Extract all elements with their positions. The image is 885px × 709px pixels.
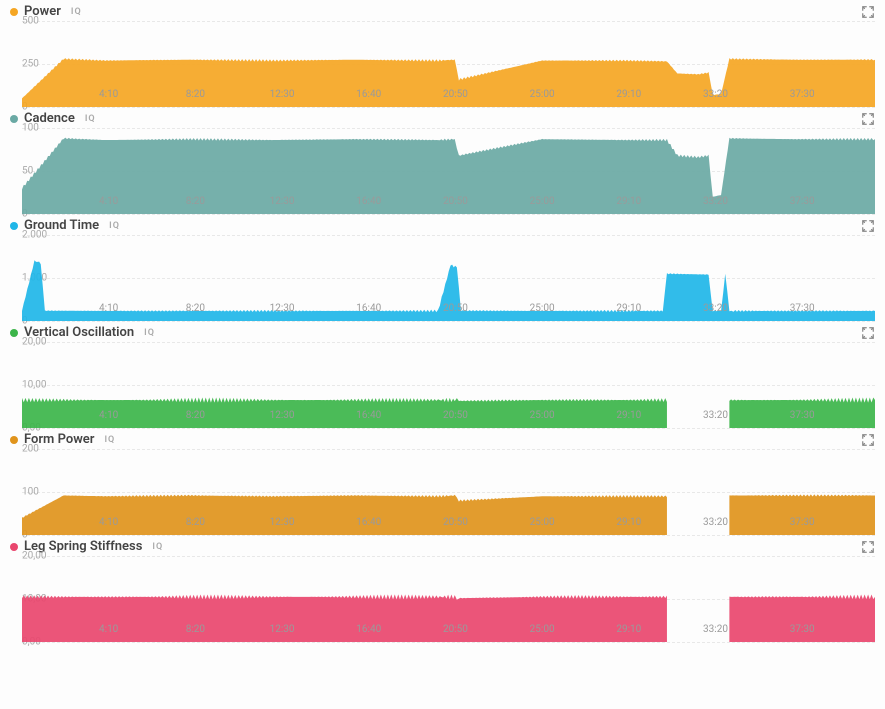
expand-icon[interactable] [861,112,875,126]
chart-panel-4: Form PowerIQ 01002004:108:2012:3016:4020:… [0,428,885,535]
chart-plot-area[interactable]: 01.0002.0004:108:2012:3016:4020:5025:002… [22,235,875,321]
plot [22,21,875,107]
chart-plot-area[interactable]: 01002004:108:2012:3016:4020:5025:0029:10… [22,449,875,535]
chart-panel-1: CadenceIQ 0501004:108:2012:3016:4020:5025… [0,107,885,214]
chart-panel-0: PowerIQ 02505004:108:2012:3016:4020:5025:… [0,0,885,107]
plot [22,556,875,642]
iq-badge: IQ [109,221,120,231]
chart-plot-area[interactable]: 0501004:108:2012:3016:4020:5025:0029:103… [22,128,875,214]
chart-panel-2: Ground TimeIQ 01.0002.0004:108:2012:3016:… [0,214,885,321]
gridline [22,642,875,643]
chart-header: CadenceIQ [10,111,875,126]
series-color-dot [10,436,18,444]
series-color-dot [10,222,18,230]
chart-header: Vertical OscillationIQ [10,325,875,340]
plot [22,235,875,321]
expand-icon[interactable] [861,540,875,554]
chart-header: Leg Spring StiffnessIQ [10,539,875,554]
chart-panel-5: Leg Spring StiffnessIQ 0,0010,0020,004:10… [0,535,885,642]
iq-badge: IQ [85,114,96,124]
chart-header: PowerIQ [10,4,875,19]
plot [22,128,875,214]
chart-plot-area[interactable]: 02505004:108:2012:3016:4020:5025:0029:10… [22,21,875,107]
plot [22,342,875,428]
expand-icon[interactable] [861,5,875,19]
chart-header: Ground TimeIQ [10,218,875,233]
expand-icon[interactable] [861,326,875,340]
iq-badge: IQ [104,435,115,445]
series-color-dot [10,543,18,551]
plot [22,449,875,535]
iq-badge: IQ [144,328,155,338]
chart-panel-3: Vertical OscillationIQ 0,0010,0020,004:10… [0,321,885,428]
series-color-dot [10,115,18,123]
series-color-dot [10,329,18,337]
iq-badge: IQ [152,542,163,552]
expand-icon[interactable] [861,219,875,233]
chart-header: Form PowerIQ [10,432,875,447]
iq-badge: IQ [71,7,82,17]
expand-icon[interactable] [861,433,875,447]
series-color-dot [10,8,18,16]
chart-plot-area[interactable]: 0,0010,0020,004:108:2012:3016:4020:5025:… [22,556,875,642]
chart-plot-area[interactable]: 0,0010,0020,004:108:2012:3016:4020:5025:… [22,342,875,428]
